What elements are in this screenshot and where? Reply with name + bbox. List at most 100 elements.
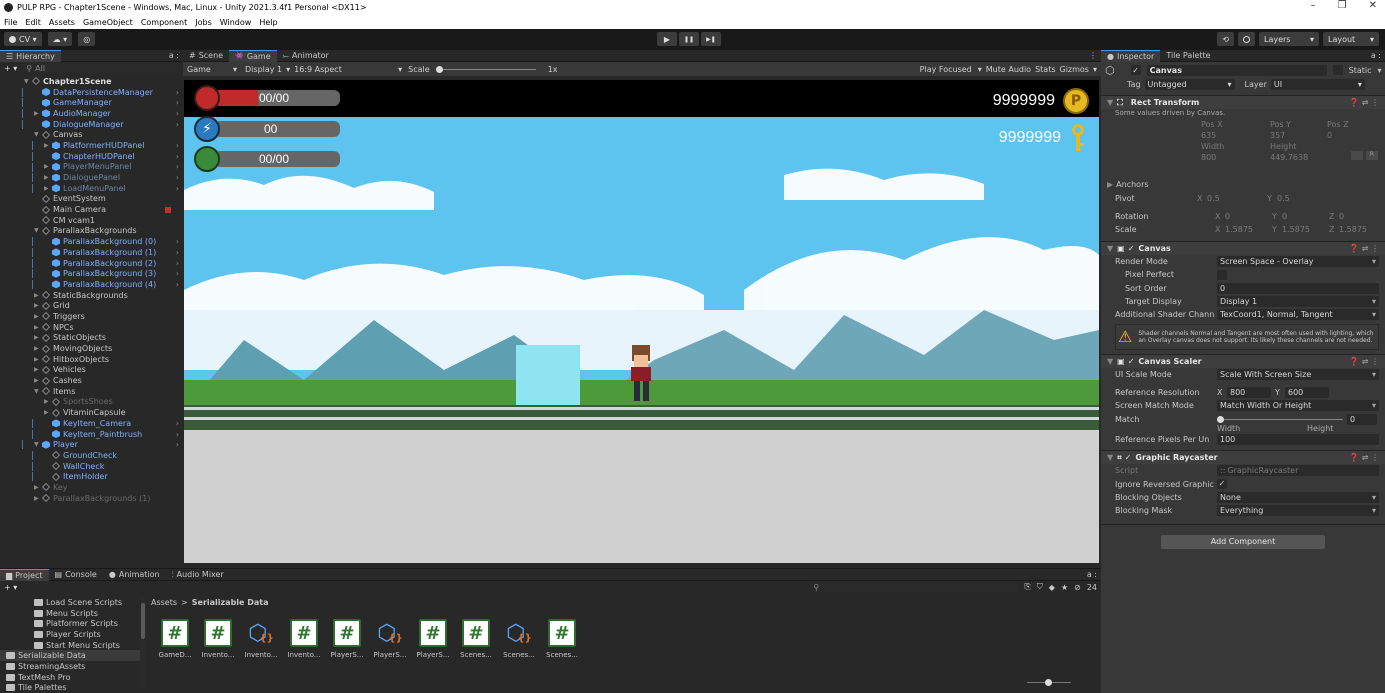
- component-menu-icon[interactable]: ❓ ⇌ ⋮: [1349, 244, 1379, 253]
- tab-hierarchy[interactable]: ☰ Hierarchy: [0, 49, 61, 62]
- tab-inspector[interactable]: ● Inspector: [1101, 49, 1161, 62]
- menu-help[interactable]: Help: [259, 18, 277, 27]
- game-viewport[interactable]: 00/00 ⚡ 00 00/00 9999999 P 9999999: [184, 80, 1099, 563]
- open-prefab-icon[interactable]: ›: [176, 162, 179, 171]
- expand-icon[interactable]: ▼: [34, 441, 42, 448]
- pos-z-field[interactable]: 0: [1327, 131, 1332, 140]
- hierarchy-item[interactable]: ▶ Key: [0, 482, 183, 493]
- canvas-component-header[interactable]: ▼ ▣ ✓ Canvas ❓ ⇌ ⋮: [1101, 240, 1385, 255]
- folder-item[interactable]: Menu Scripts: [0, 608, 146, 619]
- open-prefab-icon[interactable]: ›: [176, 141, 179, 150]
- open-prefab-icon[interactable]: ›: [176, 419, 179, 428]
- hierarchy-item[interactable]: ▶ NPCs: [0, 322, 183, 333]
- expand-icon[interactable]: ▼: [24, 78, 32, 85]
- add-component-button[interactable]: Add Component: [1161, 534, 1325, 549]
- script-asset[interactable]: # Scenes...: [542, 619, 582, 659]
- account-dropdown[interactable]: CV ▾: [4, 32, 42, 46]
- tab-tile-palette[interactable]: Tile Palette: [1160, 50, 1216, 62]
- search-button[interactable]: [1238, 32, 1255, 46]
- folder-item[interactable]: StreamingAssets: [0, 661, 146, 672]
- tab-game[interactable]: 👾 Game: [229, 49, 277, 62]
- open-prefab-icon[interactable]: ›: [176, 440, 179, 449]
- layers-dropdown[interactable]: Layers ▾: [1259, 32, 1319, 46]
- hidden-count-icon[interactable]: ⊘: [1074, 583, 1081, 592]
- open-prefab-icon[interactable]: ›: [176, 280, 179, 289]
- target-display-dropdown[interactable]: Display 1: [1217, 295, 1379, 307]
- expand-icon[interactable]: ▼: [34, 227, 42, 234]
- pos-y-field[interactable]: 357: [1270, 131, 1285, 140]
- ppu-field[interactable]: 100: [1217, 433, 1379, 445]
- tag-dropdown[interactable]: Untagged ▾: [1144, 79, 1235, 90]
- layout-dropdown[interactable]: Layout ▾: [1323, 32, 1379, 46]
- hierarchy-item[interactable]: ParallaxBackground (3) ›: [0, 268, 183, 279]
- hierarchy-item[interactable]: Main Camera: [0, 204, 183, 215]
- expand-icon[interactable]: ▶: [44, 174, 52, 181]
- folder-item[interactable]: Player Scripts: [0, 629, 146, 640]
- panel-menu-icon[interactable]: ⋮: [1089, 51, 1097, 60]
- component-menu-icon[interactable]: ❓ ⇌ ⋮: [1349, 98, 1379, 107]
- tab-animator[interactable]: ⤚ Animator: [277, 50, 335, 62]
- object-name-field[interactable]: Canvas: [1146, 64, 1327, 76]
- cloud-button[interactable]: ☁ ▾: [47, 32, 73, 46]
- anchors-row[interactable]: ▶ Anchors: [1101, 178, 1385, 191]
- hierarchy-item[interactable]: ▶ SportsShoes: [0, 397, 183, 408]
- expand-icon[interactable]: ▶: [44, 398, 52, 405]
- pause-button[interactable]: ❚❚: [679, 32, 699, 46]
- ref-res-x-field[interactable]: 800: [1227, 387, 1271, 399]
- tab-console[interactable]: ▤ Console: [49, 569, 103, 581]
- open-prefab-icon[interactable]: ›: [176, 430, 179, 439]
- tab-audio-mixer[interactable]: ⫶ Audio Mixer: [166, 569, 230, 581]
- blueprint-button[interactable]: [1351, 151, 1363, 160]
- folder-item[interactable]: Tile Palettes: [0, 683, 146, 693]
- script-asset[interactable]: # Invento...: [284, 619, 324, 659]
- json-asset[interactable]: ⬡{} Invento...: [241, 619, 281, 660]
- expand-icon[interactable]: ▶: [44, 163, 52, 170]
- open-prefab-icon[interactable]: ›: [176, 88, 179, 97]
- step-button[interactable]: ▶❚: [701, 32, 721, 46]
- layer-dropdown[interactable]: UI ▾: [1270, 79, 1365, 90]
- component-menu-icon[interactable]: ❓ ⇌ ⋮: [1349, 357, 1379, 366]
- scale-z-field[interactable]: 1.5875: [1339, 225, 1367, 234]
- open-prefab-icon[interactable]: ›: [176, 109, 179, 118]
- display-dropdown[interactable]: Display 1: [245, 65, 282, 74]
- hierarchy-item[interactable]: ▶ ParallaxBackgrounds (1): [0, 493, 183, 504]
- tree-scrollbar[interactable]: [140, 597, 146, 687]
- script-asset[interactable]: # PlayerS...: [327, 619, 367, 659]
- render-mode-dropdown[interactable]: Screen Space - Overlay: [1217, 255, 1379, 267]
- slider-handle[interactable]: [1045, 679, 1052, 686]
- expand-icon[interactable]: ▶: [34, 334, 42, 341]
- filter-label-icon[interactable]: ⛉: [1037, 582, 1043, 592]
- expand-icon[interactable]: ▶: [34, 366, 42, 373]
- folder-item[interactable]: Start Menu Scripts: [0, 640, 146, 651]
- expand-icon[interactable]: ▶: [34, 484, 42, 491]
- enabled-checkbox[interactable]: ✓: [1128, 357, 1135, 366]
- expand-icon[interactable]: ▼: [34, 388, 42, 395]
- hierarchy-item[interactable]: ▶ Cashes: [0, 375, 183, 386]
- open-prefab-icon[interactable]: ›: [176, 269, 179, 278]
- pivot-y-field[interactable]: 0.5: [1277, 194, 1290, 203]
- menu-file[interactable]: File: [4, 18, 17, 27]
- hierarchy-item[interactable]: ParallaxBackground (4) ›: [0, 279, 183, 290]
- rotation-z-field[interactable]: 0: [1339, 212, 1344, 221]
- expand-icon[interactable]: ▶: [34, 356, 42, 363]
- tag-icon[interactable]: ◆: [1049, 583, 1055, 592]
- blocking-mask-dropdown[interactable]: Everything: [1217, 505, 1379, 517]
- slider-handle[interactable]: [435, 65, 443, 73]
- hierarchy-item[interactable]: ▶ PlatformerHUDPanel ›: [0, 140, 183, 151]
- aspect-dropdown[interactable]: 16:9 Aspect: [294, 65, 374, 74]
- width-field[interactable]: 800: [1201, 153, 1216, 162]
- expand-icon[interactable]: ▶: [34, 292, 42, 299]
- breadcrumb-current[interactable]: Serializable Data: [192, 598, 269, 607]
- filter-type-icon[interactable]: ⎘: [1024, 582, 1030, 592]
- expand-icon[interactable]: ▶: [34, 324, 42, 331]
- minimize-button[interactable]: –: [1311, 0, 1316, 11]
- pos-x-field[interactable]: 635: [1201, 131, 1216, 140]
- expand-icon[interactable]: ▶: [44, 185, 52, 192]
- hierarchy-item[interactable]: ▶ VitaminCapsule: [0, 407, 183, 418]
- pixel-perfect-checkbox[interactable]: [1217, 269, 1227, 280]
- hierarchy-item[interactable]: ▶ StaticObjects: [0, 333, 183, 344]
- open-prefab-icon[interactable]: ›: [176, 237, 179, 246]
- menu-edit[interactable]: Edit: [25, 18, 41, 27]
- open-prefab-icon[interactable]: ›: [176, 98, 179, 107]
- pivot-x-field[interactable]: 0.5: [1207, 194, 1220, 203]
